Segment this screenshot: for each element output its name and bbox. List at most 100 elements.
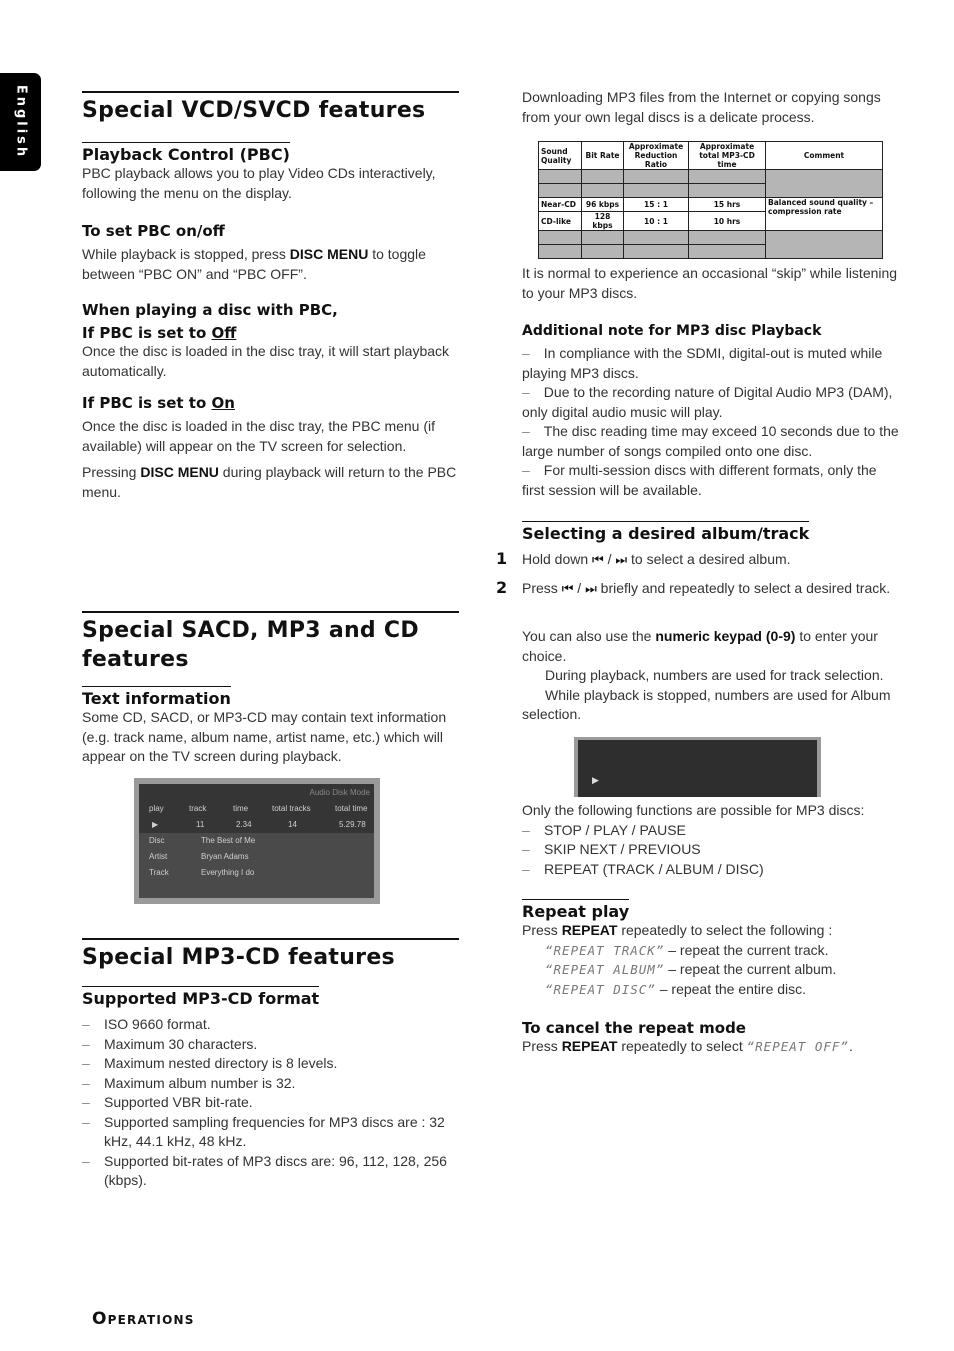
repeat-mode: “REPEAT ALBUM” – repeat the current albu… bbox=[545, 961, 837, 977]
set-pbc-text: While playback is stopped, press DISC ME… bbox=[82, 246, 426, 282]
keypad-block: You can also use the numeric keypad (0-9… bbox=[522, 627, 900, 725]
osd-row-value: The Best of Me bbox=[201, 836, 256, 845]
repeat-block: Press REPEAT repeatedly to select the fo… bbox=[522, 921, 900, 999]
repeat-section: Repeat play Press REPEAT repeatedly to s… bbox=[522, 899, 900, 1057]
table-cell: 96 kbps bbox=[581, 197, 624, 212]
format-list: ISO 9660 format. Maximum 30 characters. … bbox=[82, 1015, 459, 1191]
osd-header: time bbox=[233, 804, 249, 813]
table-cell: Near-CD bbox=[538, 197, 582, 212]
skip-text: It is normal to experience an occasional… bbox=[522, 265, 898, 301]
table-header: Bit Rate bbox=[581, 141, 624, 170]
when-heading: When playing a disc with PBC, bbox=[82, 301, 338, 319]
mp3cd-title: Special MP3-CD features bbox=[82, 938, 459, 972]
repeat-mode: “REPEAT DISC” – repeat the entire disc. bbox=[545, 980, 807, 997]
table-row: Near-CD 96 kbps 15 : 1 15 hrs Balanced s… bbox=[538, 197, 883, 231]
osd-header: total time bbox=[335, 804, 368, 813]
footer-section-label: OPERATIONS bbox=[92, 1309, 195, 1329]
list-item: STOP / PLAY / PAUSE bbox=[522, 821, 900, 841]
language-tab-label: English bbox=[13, 84, 28, 160]
off-heading: If PBC is set to Off bbox=[82, 324, 237, 342]
osd-value: 2.34 bbox=[236, 820, 252, 829]
note-list: – In compliance with the SDMI, digital-ou… bbox=[522, 344, 900, 500]
while-text: While playback is stopped, numbers are u… bbox=[522, 686, 891, 723]
off-text: Once the disc is loaded in the disc tray… bbox=[82, 343, 450, 379]
table-cell: 128 kbps bbox=[581, 211, 624, 231]
table-cell: CD-like bbox=[538, 211, 582, 231]
table-header: Approximate Reduction Ratio bbox=[623, 141, 689, 170]
table-header-row: Sound Quality Bit Rate Approximate Reduc… bbox=[538, 141, 883, 170]
osd-row-label: Artist bbox=[149, 852, 168, 861]
mp3-notes: It is normal to experience an occasional… bbox=[522, 264, 900, 500]
next-icon: ⏭ bbox=[615, 552, 628, 567]
table-cell: 15 : 1 bbox=[623, 197, 689, 212]
osd-header: total tracks bbox=[272, 804, 311, 813]
osd-value: 14 bbox=[288, 820, 297, 829]
osd-value: 11 bbox=[196, 820, 205, 829]
prev-icon: ⏮ bbox=[561, 581, 574, 596]
next-icon: ⏭ bbox=[585, 581, 597, 596]
text-info-heading: Text information bbox=[82, 686, 231, 708]
osd-play-icon: ▶ bbox=[152, 820, 159, 829]
cancel-text: Press REPEAT repeatedly to select “REPEA… bbox=[522, 1038, 853, 1054]
table-cell: 15 hrs bbox=[688, 197, 766, 212]
repeat-text: Press REPEAT repeatedly to select the fo… bbox=[522, 922, 833, 938]
intro-text: Downloading MP3 files from the Internet … bbox=[522, 89, 881, 125]
osd-row-value: Bryan Adams bbox=[201, 852, 249, 861]
during-text: During playback, numbers are used for tr… bbox=[545, 667, 884, 683]
cancel-heading: To cancel the repeat mode bbox=[522, 1019, 746, 1037]
vcd-title: Special VCD/SVCD features bbox=[82, 91, 459, 125]
set-pbc-heading: To set PBC on/off bbox=[82, 222, 225, 240]
vcd-section: Special VCD/SVCD features Playback Contr… bbox=[82, 91, 459, 502]
sacd-section: Special SACD, MP3 and CD features Text i… bbox=[82, 611, 459, 767]
format-heading: Supported MP3-CD format bbox=[82, 986, 320, 1008]
mp3-quality-table: Sound Quality Bit Rate Approximate Reduc… bbox=[538, 141, 883, 259]
list-item: Maximum 30 characters. bbox=[82, 1035, 459, 1055]
mp3-osd-screenshot: ▶ bbox=[574, 737, 821, 797]
note-item: – Due to the recording nature of Digital … bbox=[522, 384, 893, 420]
pbc-text: PBC playback allows you to play Video CD… bbox=[82, 165, 436, 201]
table-cell: 10 hrs bbox=[688, 211, 766, 231]
osd-row-label: Disc bbox=[149, 836, 165, 845]
step-2-text: Press ⏮ / ⏭ briefly and repeatedly to se… bbox=[522, 580, 891, 596]
pbc-heading: Playback Control (PBC) bbox=[82, 142, 290, 164]
osd-row-label: Track bbox=[149, 868, 169, 877]
note-item: – The disc reading time may exceed 10 sec… bbox=[522, 423, 899, 459]
table-cell: 10 : 1 bbox=[623, 211, 689, 231]
sacd-title: Special SACD, MP3 and CD features bbox=[82, 611, 459, 674]
on-heading: If PBC is set to On bbox=[82, 394, 235, 412]
list-item: Supported VBR bit-rate. bbox=[82, 1093, 459, 1113]
functions-list: STOP / PLAY / PAUSE SKIP NEXT / PREVIOUS… bbox=[522, 821, 900, 880]
table-row bbox=[538, 230, 883, 259]
list-item: Supported sampling frequencies for MP3 d… bbox=[82, 1113, 459, 1152]
keypad-text: You can also use the numeric keypad (0-9… bbox=[522, 628, 878, 664]
osd-row-value: Everything I do bbox=[201, 868, 255, 877]
select-section: Selecting a desired album/track bbox=[522, 521, 900, 543]
list-item: Maximum album number is 32. bbox=[82, 1074, 459, 1094]
step-number: 1 bbox=[496, 549, 508, 568]
table-header: Comment bbox=[765, 141, 883, 170]
step-1-text: Hold down ⏮ / ⏭ to select a desired albu… bbox=[522, 551, 791, 567]
note-item: – In compliance with the SDMI, digital-ou… bbox=[522, 345, 883, 381]
table-header: Approximate total MP3-CD time bbox=[688, 141, 766, 170]
repeat-mode: “REPEAT TRACK” – repeat the current trac… bbox=[545, 941, 829, 958]
osd-header: play bbox=[149, 804, 164, 813]
list-item: SKIP NEXT / PREVIOUS bbox=[522, 840, 900, 860]
step-number: 2 bbox=[496, 578, 508, 597]
list-item: Maximum nested directory is 8 levels. bbox=[82, 1054, 459, 1074]
table-row bbox=[538, 169, 883, 198]
right-column: Downloading MP3 files from the Internet … bbox=[522, 88, 900, 127]
table-comment: Balanced sound quality – compression rat… bbox=[765, 197, 883, 231]
prev-icon: ⏮ bbox=[592, 552, 604, 567]
note-heading: Additional note for MP3 disc Playback bbox=[522, 323, 822, 339]
table-header: Sound Quality bbox=[538, 141, 582, 170]
text-info-body: Some CD, SACD, or MP3-CD may contain tex… bbox=[82, 709, 447, 764]
language-tab: English bbox=[0, 73, 41, 171]
repeat-heading: Repeat play bbox=[522, 899, 630, 921]
press-disc-menu-text: Pressing DISC MENU during playback will … bbox=[82, 464, 457, 500]
on-text: Once the disc is loaded in the disc tray… bbox=[82, 418, 436, 454]
osd-header: track bbox=[189, 804, 207, 813]
list-item: Supported bit-rates of MP3 discs are: 96… bbox=[82, 1152, 459, 1191]
list-item: REPEAT (TRACK / ALBUM / DISC) bbox=[522, 860, 900, 880]
osd-value: 5.29.78 bbox=[339, 820, 366, 829]
mp3cd-section: Special MP3-CD features Supported MP3-CD… bbox=[82, 938, 459, 1191]
